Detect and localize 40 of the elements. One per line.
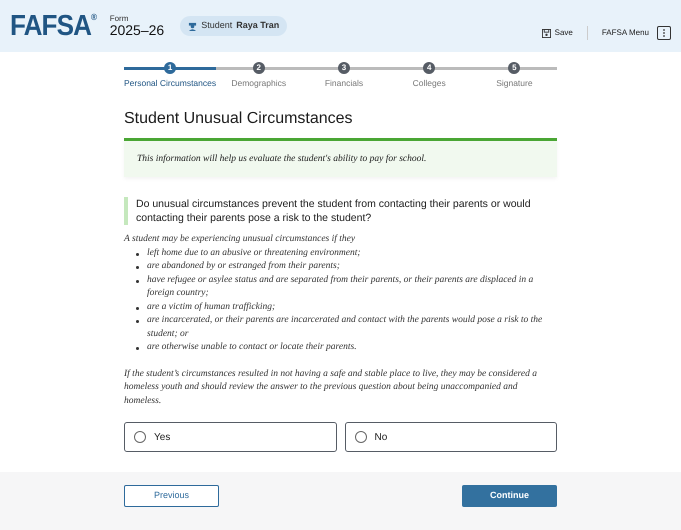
step-label: Colleges <box>412 77 446 90</box>
fafsa-logo[interactable]: FAFSA$^{®}$ <box>10 12 96 40</box>
step-number: 1 <box>164 62 176 74</box>
bullet-icon <box>136 280 139 283</box>
save-button[interactable]: Save <box>542 27 573 39</box>
bullet-icon <box>136 266 139 270</box>
radio-option[interactable]: Yes <box>124 422 336 452</box>
bullet-icon <box>136 252 139 256</box>
previous-button[interactable]: Previous <box>124 485 219 508</box>
page-title: Student Unusual Circumstances <box>124 108 354 129</box>
step-label: Signature <box>496 77 533 90</box>
user-role: Student <box>201 19 232 32</box>
intro-text: A student may be experiencing unusual circumstances if they <box>124 233 356 246</box>
question-text: Do unusual circumstances prevent the student from contacting their parents or would contacting their parents pose a risk to the student? <box>124 197 557 226</box>
step-number: 3 <box>338 62 350 74</box>
form-label: Form <box>110 15 130 23</box>
step-number: 5 <box>508 62 520 74</box>
user-name: Raya Tran <box>236 19 280 32</box>
note-text: If the student’s circumstances resulted in not having a safe and stable place to live, they may be considered a homeless youth and should review the answer to the previous question about being unaccompanied and homeless. <box>124 368 538 408</box>
student-icon <box>188 22 198 30</box>
step-number: 4 <box>423 62 436 74</box>
bullet-icon <box>136 347 139 350</box>
step-label: Personal Circumstances <box>124 77 216 90</box>
menu-button[interactable]: FAFSA Menu <box>602 26 671 40</box>
list-item: left home due to an abusive or threatening environment; <box>147 246 361 260</box>
bullet-icon <box>136 320 139 324</box>
form-year: 2025–26 <box>110 23 164 37</box>
bullet-icon <box>136 306 139 310</box>
list-item: are otherwise unable to contact or locate their parents. <box>147 341 357 354</box>
save-icon <box>542 28 551 38</box>
list-item: are a victim of human trafficking; <box>147 300 276 314</box>
radio-option[interactable]: No <box>344 422 557 452</box>
menu-icon <box>657 26 671 40</box>
list-item: are abandoned by or estranged from their parents; <box>147 260 340 274</box>
step-number: 2 <box>252 62 265 74</box>
info-panel: This information will help us evaluate the student's ability to pay for school. <box>124 138 557 177</box>
continue-button[interactable]: Continue <box>462 485 557 508</box>
step-label: Demographics <box>231 77 286 90</box>
step-label: Financials <box>324 77 364 90</box>
list-item: have refugee or asylee status and are separated from their parents, or their parents are displaced in a foreign country; <box>147 274 534 300</box>
